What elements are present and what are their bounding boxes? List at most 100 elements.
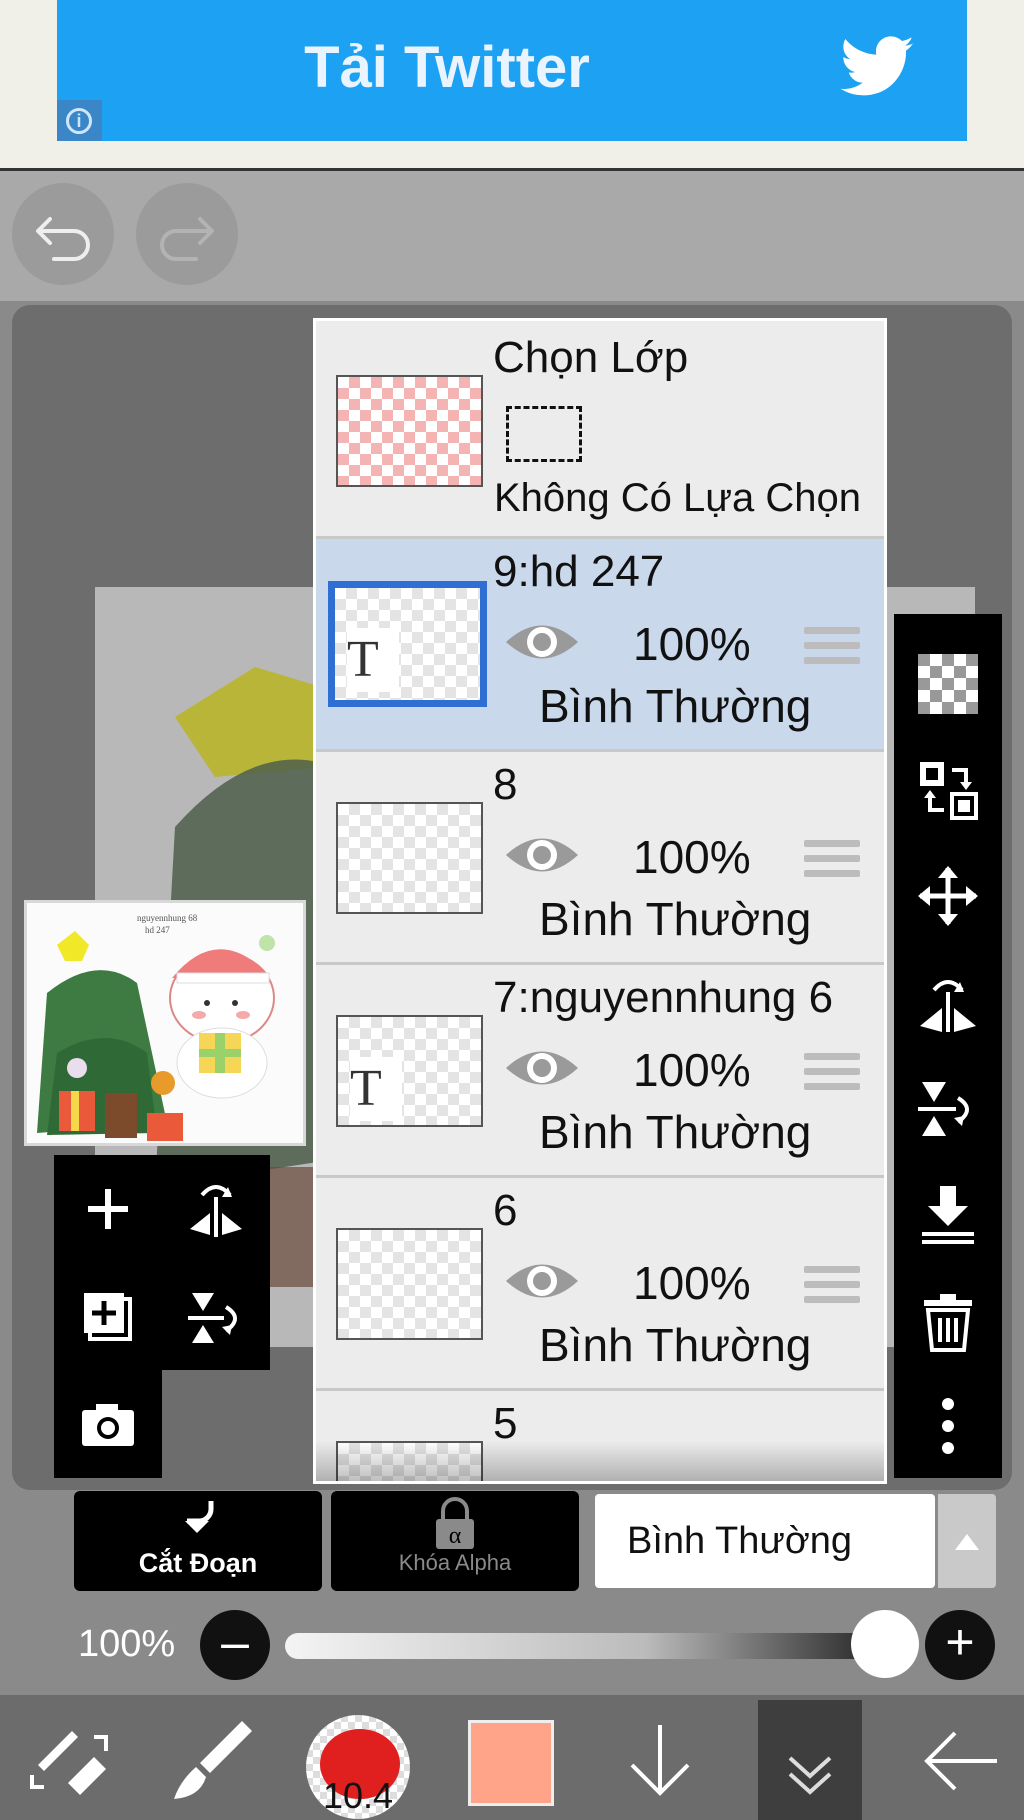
more-icon xyxy=(942,1398,954,1454)
flip-h-icon xyxy=(920,980,976,1032)
blend-mode-dropdown-button[interactable] xyxy=(938,1494,996,1588)
canvas-thumbnail[interactable]: nguyennhung 68 hd 247 xyxy=(24,900,306,1146)
flip-v-button[interactable] xyxy=(894,1058,1002,1158)
svg-text:α: α xyxy=(449,1523,462,1549)
brush-size-button[interactable]: 10.4 xyxy=(306,1715,410,1819)
tool-swap-button[interactable] xyxy=(20,1715,120,1805)
opacity-increase-button[interactable]: + xyxy=(925,1610,995,1680)
ad-bar: Tải Twitter i xyxy=(0,0,1024,171)
back-button[interactable] xyxy=(915,1715,1005,1805)
opacity-slider[interactable] xyxy=(285,1633,885,1659)
layer-thumbnail: T xyxy=(336,1015,483,1127)
layer-tools-left xyxy=(54,1155,270,1370)
duplicate-layer-button[interactable] xyxy=(54,1263,162,1371)
transparency-icon xyxy=(918,654,978,714)
layer-panel-toggle-button[interactable] xyxy=(770,1720,850,1810)
visibility-eye-icon[interactable] xyxy=(504,1043,580,1093)
clipping-label: Cắt Đoạn xyxy=(138,1548,258,1578)
flip-horizontal-icon xyxy=(190,1185,242,1237)
layer-opacity: 100% xyxy=(633,618,751,670)
layer-name: 6 xyxy=(493,1186,518,1235)
layer-name: 8 xyxy=(493,760,518,809)
selection-thumbnail xyxy=(336,375,483,487)
selection-title: Chọn Lớp xyxy=(493,333,689,382)
flip-vertical-icon xyxy=(188,1293,237,1343)
undo-button[interactable] xyxy=(12,183,114,285)
swap-layer-icon xyxy=(920,762,978,820)
tool-swap-icon xyxy=(30,1731,108,1795)
redo-button[interactable] xyxy=(136,183,238,285)
thumbnail-art: nguyennhung 68 hd 247 xyxy=(27,903,303,1143)
flip-horizontal-button[interactable] xyxy=(162,1155,270,1263)
layer-blend-mode: Bình Thường xyxy=(539,680,812,732)
delete-layer-button[interactable] xyxy=(894,1270,1002,1370)
drag-handle-icon[interactable] xyxy=(804,1053,860,1098)
layer-row[interactable]: 6 100% Bình Thường xyxy=(316,1178,884,1391)
brush-icon xyxy=(174,1721,252,1799)
layer-thumbnail xyxy=(336,1228,483,1340)
move-button[interactable] xyxy=(894,846,1002,946)
arrow-down-icon xyxy=(630,1725,690,1796)
clipping-button[interactable]: Cắt Đoạn xyxy=(74,1491,322,1591)
flip-v-icon xyxy=(918,1082,969,1136)
drag-handle-icon[interactable] xyxy=(804,840,860,885)
layer-row[interactable]: 8 100% Bình Thường xyxy=(316,752,884,965)
visibility-eye-icon[interactable] xyxy=(504,617,580,667)
twitter-bird-icon xyxy=(840,36,914,96)
layer-name: 9:hd 247 xyxy=(493,547,665,596)
layer-opacity: 100% xyxy=(633,831,751,883)
transparency-button[interactable] xyxy=(894,634,1002,734)
alpha-lock-button[interactable]: α Khóa Alpha xyxy=(331,1491,579,1591)
brush-tool-button[interactable] xyxy=(160,1715,260,1805)
drag-handle-icon[interactable] xyxy=(804,1266,860,1311)
clip-arrow-icon xyxy=(185,1501,214,1533)
more-options-button[interactable] xyxy=(894,1376,1002,1476)
layer-panel: Chọn Lớp Không Có Lựa Chọn T 9:hd 247 10… xyxy=(313,318,887,1484)
color-swatch[interactable] xyxy=(468,1720,554,1806)
arrow-down-button[interactable] xyxy=(620,1715,700,1805)
merge-down-icon xyxy=(922,1186,974,1244)
blend-mode-select[interactable]: Bình Thường xyxy=(595,1494,935,1588)
flip-vertical-button[interactable] xyxy=(162,1263,270,1371)
camera-icon xyxy=(82,1404,134,1446)
thumb-caption-2: hd 247 xyxy=(145,925,170,935)
thumb-caption-1: nguyennhung 68 xyxy=(137,913,198,923)
scroll-fade xyxy=(316,1441,884,1481)
text-layer-icon: T xyxy=(350,1057,402,1121)
add-layer-icon xyxy=(88,1189,128,1229)
layer-row[interactable]: T 7:nguyennhung 6 100% Bình Thường xyxy=(316,965,884,1178)
swap-layer-button[interactable] xyxy=(894,740,1002,840)
layer-tools-right xyxy=(894,614,1002,1478)
layer-opacity: 100% xyxy=(633,1044,751,1096)
opacity-decrease-button[interactable]: – xyxy=(200,1610,270,1680)
camera-button[interactable] xyxy=(54,1370,162,1478)
drag-handle-icon[interactable] xyxy=(804,627,860,672)
visibility-eye-icon[interactable] xyxy=(504,830,580,880)
brush-size-value: 10.4 xyxy=(322,1775,394,1816)
double-chevron-down-icon xyxy=(788,1756,832,1795)
back-arrow-icon xyxy=(924,1731,997,1791)
trash-icon xyxy=(924,1294,972,1352)
layer-row[interactable]: T 9:hd 247 100% Bình Thường xyxy=(316,539,884,752)
layer-blend-mode: Bình Thường xyxy=(539,1106,812,1158)
add-layer-button[interactable] xyxy=(54,1155,162,1263)
info-icon[interactable]: i xyxy=(57,100,102,141)
layer-name: 7:nguyennhung 6 xyxy=(493,973,834,1022)
selection-subtitle: Không Có Lựa Chọn xyxy=(494,476,862,520)
blend-mode-value: Bình Thường xyxy=(627,1520,853,1562)
layer-tools-left-camera xyxy=(54,1370,162,1478)
duplicate-layer-icon xyxy=(84,1293,132,1341)
undo-icon xyxy=(36,217,90,261)
visibility-eye-icon[interactable] xyxy=(504,1256,580,1306)
chevron-up-icon xyxy=(955,1534,979,1550)
twitter-ad-banner[interactable]: Tải Twitter i xyxy=(57,0,967,141)
opacity-value-label: 100% xyxy=(78,1623,176,1665)
text-layer-icon: T xyxy=(347,628,399,692)
top-toolbar xyxy=(0,171,1024,301)
selection-layer-row[interactable]: Chọn Lớp Không Có Lựa Chọn xyxy=(316,321,884,539)
flip-h-button[interactable] xyxy=(894,952,1002,1052)
opacity-slider-knob[interactable] xyxy=(851,1610,919,1678)
merge-down-button[interactable] xyxy=(894,1164,1002,1264)
alpha-lock-label: Khóa Alpha xyxy=(398,1550,512,1575)
layer-blend-mode: Bình Thường xyxy=(539,1319,812,1371)
